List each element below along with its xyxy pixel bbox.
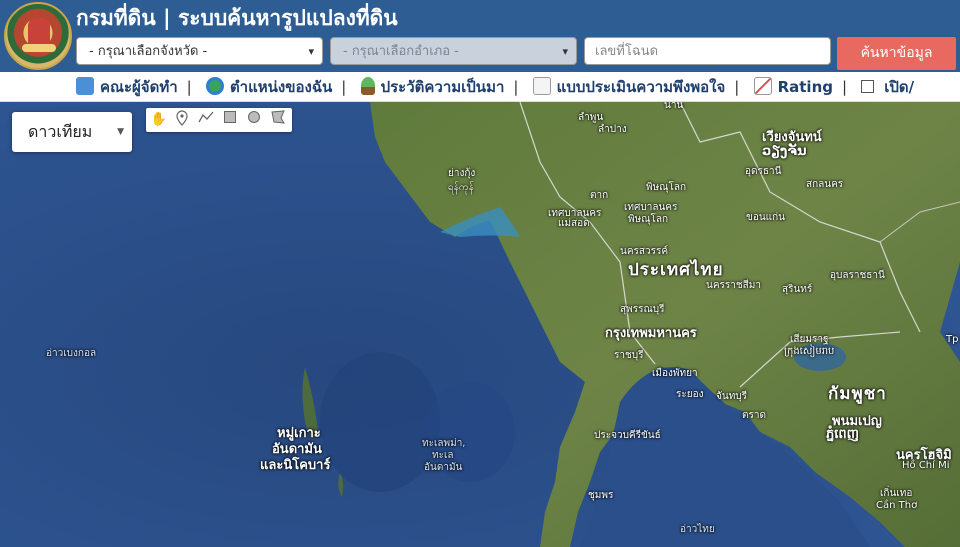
satellite-map[interactable]: ลำพูน น่าน ลำปาง เวียงจันทน์ ວຽງຈັນ อุดร…: [0, 102, 960, 547]
nav-item-label: แบบประเมินความพึงพอใจ: [556, 78, 726, 96]
map-label: Hồ Chí Mi: [902, 460, 950, 471]
nav-item-rating[interactable]: Rating: [753, 72, 833, 101]
nav-item-label: คณะผู้จัดทำ: [100, 78, 178, 96]
map-label: น่าน: [664, 102, 684, 111]
map-label: ลำปาง: [598, 124, 627, 135]
nav-separator: |: [186, 78, 192, 96]
polyline-icon[interactable]: [196, 110, 216, 130]
map-label: แม่สอด: [558, 218, 590, 229]
marker-icon[interactable]: [172, 110, 192, 130]
nav-item-team[interactable]: คณะผู้จัดทำ: [76, 72, 178, 101]
map-label: ရန်ကုန်: [448, 182, 474, 193]
map-terrain: [0, 102, 960, 547]
province-select-value: - กรุณาเลือกจังหวัด -: [89, 44, 208, 59]
memo-icon: [532, 77, 551, 95]
map-label: ราชบุรี: [614, 350, 644, 361]
globe-icon: [205, 77, 224, 95]
nav-separator: |: [734, 78, 740, 96]
nav-separator: |: [841, 78, 848, 96]
map-label: ວຽງຈັນ: [762, 144, 807, 159]
hand-icon[interactable]: ✋: [149, 110, 169, 130]
map-label: ขอนแก่น: [746, 212, 786, 223]
nav-separator: |: [341, 78, 347, 96]
map-label: สุพรรณบุรี: [620, 304, 665, 315]
amphoe-select-value: - กรุณาเลือกอำเภอ -: [343, 44, 459, 59]
nav-item-history[interactable]: ประวัติความเป็นมา: [360, 72, 505, 101]
map-label: สุรินทร์: [782, 284, 813, 295]
map-label: เกิ่นเทอ: [880, 488, 913, 499]
amphoe-select[interactable]: - กรุณาเลือกอำเภอ - ▾: [330, 37, 577, 65]
chart-icon: [753, 77, 772, 95]
map-label: ชุมพร: [588, 490, 614, 501]
search-button[interactable]: ค้นหาข้อมูล: [837, 37, 956, 70]
nav-item-label: Rating: [777, 78, 833, 96]
map-label: สกลนคร: [806, 179, 844, 190]
map-label: อันดามัน: [424, 462, 463, 473]
map-label: อ่าวไทย: [680, 524, 715, 535]
people-icon: [76, 77, 94, 95]
map-label: อุดรธานี: [745, 166, 782, 177]
toggle-label: เปิด/: [884, 78, 915, 96]
page-title: กรมที่ดิน | ระบบค้นหารูปแปลงที่ดิน: [76, 6, 398, 30]
nav-bar: คณะผู้จัดทำ | ตำแหน่งของฉัน | ประวัติควา…: [0, 72, 960, 102]
nav-item-label: ประวัติความเป็นมา: [380, 78, 505, 96]
map-layer-value: ดาวเทียม: [28, 122, 93, 141]
map-label: ตราด: [742, 410, 766, 421]
app-header: กรมที่ดิน | ระบบค้นหารูปแปลงที่ดิน - กรุ…: [0, 0, 960, 72]
nav-item-label: ตำแหน่งของฉัน: [229, 78, 333, 96]
map-label: ភ្នំពេញ: [826, 427, 860, 442]
map-label: นครราชสีมา: [706, 280, 761, 291]
map-label: พิษณุโลก: [646, 182, 687, 193]
nav-separator: |: [513, 78, 519, 96]
map-label: และนิโคบาร์: [260, 458, 331, 473]
drawing-toolbar: ✋: [146, 108, 292, 132]
department-seal-logo: [4, 2, 72, 70]
map-label: จันทบุรี: [716, 391, 748, 402]
map-label: ย่างกุ้ง: [448, 168, 476, 179]
map-label: กัมพูชา: [828, 384, 887, 404]
map-label: ตาก: [590, 190, 609, 201]
map-label: กรุงเทพมหานคร: [605, 326, 697, 341]
deed-number-input[interactable]: เลขที่โฉนด: [584, 37, 831, 65]
chevron-down-icon: ▾: [562, 45, 568, 58]
map-layer-select[interactable]: ดาวเทียม ▼: [12, 112, 132, 152]
rectangle-icon[interactable]: [220, 110, 240, 130]
map-label: อ่าวเบงกอล: [46, 348, 97, 359]
map-label: ក្រុងសៀមរាប: [784, 346, 835, 357]
map-label: อุบลราชธานี: [830, 270, 885, 281]
map-label: ประจวบคีรีขันธ์: [594, 430, 661, 441]
chevron-down-icon: ▼: [117, 127, 124, 137]
polygon-icon[interactable]: [268, 110, 288, 130]
nav-item-my-location[interactable]: ตำแหน่งของฉัน: [205, 72, 333, 101]
province-select[interactable]: - กรุณาเลือกจังหวัด - ▾: [76, 37, 323, 65]
map-label: เมืองพัทยา: [652, 368, 698, 379]
map-label: ระยอง: [676, 389, 704, 400]
circle-icon[interactable]: [244, 110, 264, 130]
sprout-icon: [360, 77, 375, 95]
map-label: Tp: [946, 334, 959, 345]
map-label: Cần Thơ: [876, 500, 918, 511]
map-label: พิษณุโลก: [628, 214, 669, 225]
toggle-checkbox[interactable]: [861, 80, 875, 93]
chevron-down-icon: ▾: [308, 45, 314, 58]
nav-item-survey[interactable]: แบบประเมินความพึงพอใจ: [532, 72, 726, 101]
